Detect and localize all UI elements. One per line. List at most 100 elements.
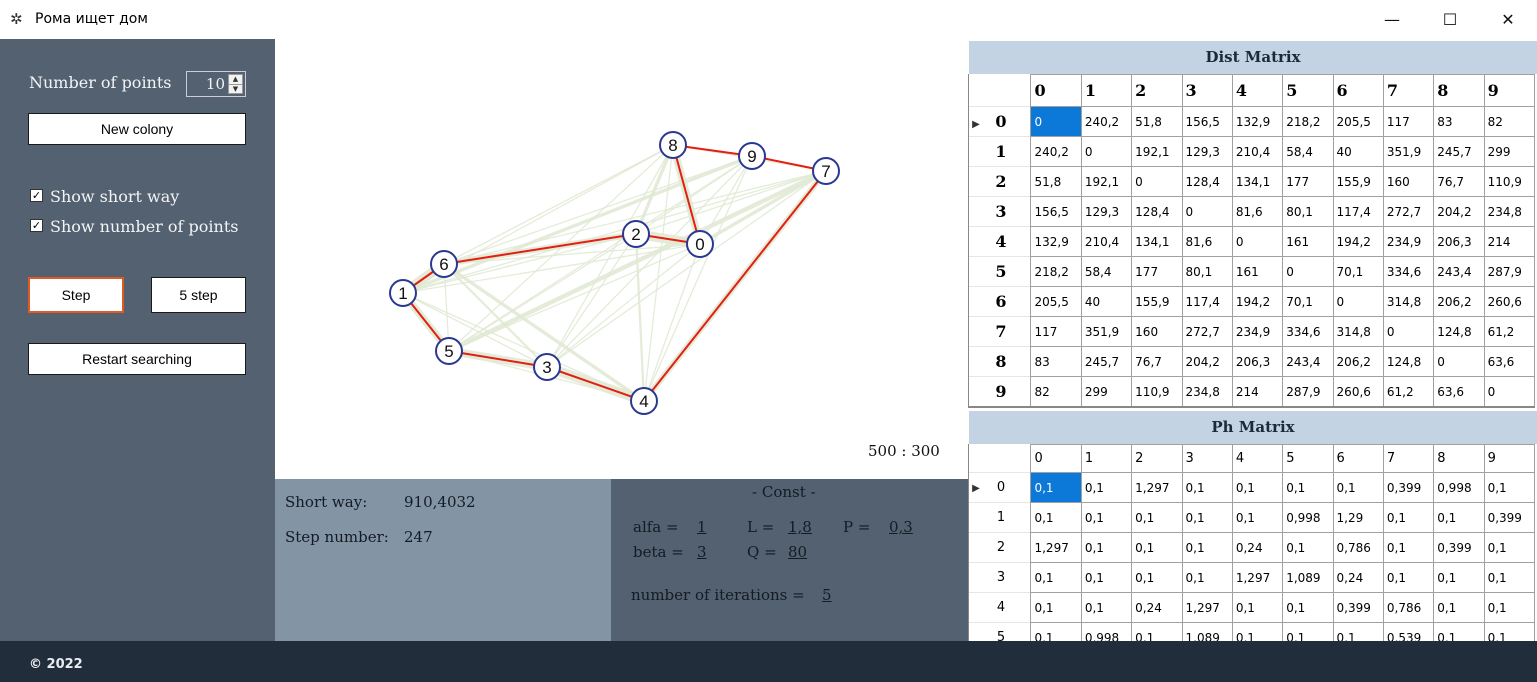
matrix-cell[interactable]: 245,7 xyxy=(1080,346,1133,377)
matrix-cell[interactable]: 0,1 xyxy=(1483,562,1535,593)
matrix-cell[interactable]: 155,9 xyxy=(1332,166,1384,197)
matrix-cell[interactable]: 0,1 xyxy=(1080,502,1133,533)
matrix-cell[interactable]: 132,9 xyxy=(1231,106,1284,137)
row-header[interactable]: 3 xyxy=(969,196,1032,227)
row-header[interactable]: 5 xyxy=(969,622,1032,641)
matrix-cell[interactable]: 0,1 xyxy=(1483,622,1535,641)
matrix-cell[interactable]: 0,1 xyxy=(1080,472,1133,503)
matrix-cell[interactable]: 61,2 xyxy=(1483,316,1535,347)
matrix-cell[interactable]: 240,2 xyxy=(1080,106,1133,137)
matrix-cell[interactable]: 70,1 xyxy=(1282,286,1334,317)
matrix-cell[interactable]: 0 xyxy=(1131,166,1183,197)
matrix-cell[interactable]: 0,998 xyxy=(1282,502,1334,533)
row-header[interactable]: 4 xyxy=(969,226,1032,257)
matrix-cell[interactable]: 0,399 xyxy=(1433,532,1485,563)
matrix-cell[interactable]: 234,9 xyxy=(1231,316,1284,347)
matrix-cell[interactable]: 0 xyxy=(1332,286,1384,317)
matrix-cell[interactable]: 117 xyxy=(1382,106,1435,137)
graph-node[interactable]: 9 xyxy=(738,142,766,170)
matrix-cell[interactable]: 192,1 xyxy=(1131,136,1183,167)
matrix-cell[interactable]: 218,2 xyxy=(1282,106,1334,137)
matrix-cell[interactable]: 0,1 xyxy=(1332,472,1384,503)
matrix-cell[interactable]: 58,4 xyxy=(1080,256,1133,287)
matrix-cell[interactable]: 287,9 xyxy=(1282,376,1334,406)
matrix-cell[interactable]: 0 xyxy=(1282,256,1334,287)
matrix-cell[interactable]: 0,1 xyxy=(1282,592,1334,623)
table-row[interactable]: 6 205,5 40 155,9 117,4 194,2 70,1 0 314,8 206,2 26… xyxy=(969,286,1535,317)
table-row[interactable]: 2 1,297 0,1 0,1 0,1 0,24 0,1 0,786 0,1 0,399 0,1 xyxy=(969,532,1535,563)
matrix-cell[interactable]: 205,5 xyxy=(1030,286,1082,317)
matrix-cell[interactable]: 1,297 xyxy=(1181,592,1233,623)
graph-node[interactable]: 7 xyxy=(812,157,840,185)
matrix-cell[interactable]: 0 xyxy=(1181,196,1233,227)
table-row[interactable]: 1 240,2 0 192,1 129,3 210,4 58,4 40 351,9 245,7 29… xyxy=(969,136,1535,167)
matrix-cell[interactable]: 0,786 xyxy=(1332,532,1384,563)
matrix-cell[interactable]: 81,6 xyxy=(1231,196,1284,227)
matrix-cell[interactable]: 161 xyxy=(1282,226,1334,257)
matrix-cell[interactable]: 0,1 xyxy=(1433,592,1485,623)
row-header[interactable]: ▶ 0 xyxy=(969,472,1032,503)
matrix-cell[interactable]: 214 xyxy=(1483,226,1535,257)
matrix-cell[interactable]: 82 xyxy=(1030,376,1082,406)
matrix-cell[interactable]: 194,2 xyxy=(1231,286,1284,317)
matrix-cell[interactable]: 110,9 xyxy=(1131,376,1183,406)
matrix-cell[interactable]: 156,5 xyxy=(1030,196,1082,227)
matrix-cell[interactable]: 0,1 xyxy=(1181,472,1233,503)
matrix-cell[interactable]: 0,1 xyxy=(1433,622,1485,641)
row-header[interactable]: 7 xyxy=(969,316,1032,347)
matrix-cell[interactable]: 0,1 xyxy=(1433,562,1485,593)
matrix-cell[interactable]: 245,7 xyxy=(1433,136,1485,167)
matrix-cell[interactable]: 82 xyxy=(1483,106,1535,137)
table-row[interactable]: 8 83 245,7 76,7 204,2 206,3 243,4 206,2 124,8 0 63… xyxy=(969,346,1535,377)
matrix-cell[interactable]: 117,4 xyxy=(1181,286,1233,317)
matrix-cell[interactable]: 0,998 xyxy=(1433,472,1485,503)
matrix-cell[interactable]: 243,4 xyxy=(1433,256,1485,287)
matrix-cell[interactable]: 0,1 xyxy=(1181,532,1233,563)
matrix-cell[interactable]: 0 xyxy=(1030,106,1082,137)
matrix-cell[interactable]: 0,1 xyxy=(1433,502,1485,533)
matrix-cell[interactable]: 0,1 xyxy=(1282,622,1334,641)
matrix-cell[interactable]: 0,1 xyxy=(1030,592,1082,623)
matrix-cell[interactable]: 243,4 xyxy=(1282,346,1334,377)
matrix-cell[interactable]: 129,3 xyxy=(1080,196,1133,227)
matrix-cell[interactable]: 0,399 xyxy=(1483,502,1535,533)
matrix-cell[interactable]: 204,2 xyxy=(1181,346,1233,377)
matrix-cell[interactable]: 51,8 xyxy=(1030,166,1082,197)
matrix-cell[interactable]: 0,1 xyxy=(1030,472,1082,503)
matrix-cell[interactable]: 334,6 xyxy=(1282,316,1334,347)
matrix-cell[interactable]: 210,4 xyxy=(1080,226,1133,257)
table-row[interactable]: 4 132,9 210,4 134,1 81,6 0 161 194,2 234,9 206,3 2… xyxy=(969,226,1535,257)
matrix-cell[interactable]: 351,9 xyxy=(1382,136,1435,167)
matrix-cell[interactable]: 0,998 xyxy=(1080,622,1133,641)
matrix-cell[interactable]: 132,9 xyxy=(1030,226,1082,257)
matrix-cell[interactable]: 129,3 xyxy=(1181,136,1233,167)
table-row[interactable]: ▶ 0 0,1 0,1 1,297 0,1 0,1 0,1 0,1 0,399 0,998 0,1 xyxy=(969,472,1535,503)
row-header[interactable]: 2 xyxy=(969,166,1032,197)
matrix-cell[interactable]: 287,9 xyxy=(1483,256,1535,287)
matrix-cell[interactable]: 0,24 xyxy=(1231,532,1284,563)
graph-node[interactable]: 5 xyxy=(435,337,463,365)
matrix-cell[interactable]: 0,1 xyxy=(1382,562,1435,593)
matrix-cell[interactable]: 0 xyxy=(1231,226,1284,257)
matrix-cell[interactable]: 0,786 xyxy=(1382,592,1435,623)
table-row[interactable]: 3 156,5 129,3 128,4 0 81,6 80,1 117,4 272,7 204,2… xyxy=(969,196,1535,227)
matrix-cell[interactable]: 240,2 xyxy=(1030,136,1082,167)
matrix-cell[interactable]: 76,7 xyxy=(1433,166,1485,197)
graph-node[interactable]: 6 xyxy=(430,250,458,278)
matrix-cell[interactable]: 63,6 xyxy=(1483,346,1535,377)
row-header[interactable]: 8 xyxy=(969,346,1032,377)
matrix-cell[interactable]: 160 xyxy=(1382,166,1435,197)
matrix-cell[interactable]: 0,1 xyxy=(1030,502,1082,533)
matrix-cell[interactable]: 0,399 xyxy=(1382,472,1435,503)
matrix-cell[interactable]: 351,9 xyxy=(1080,316,1133,347)
matrix-cell[interactable]: 155,9 xyxy=(1131,286,1183,317)
matrix-cell[interactable]: 0,1 xyxy=(1030,562,1082,593)
matrix-cell[interactable]: 160 xyxy=(1131,316,1183,347)
matrix-cell[interactable]: 0,24 xyxy=(1131,592,1183,623)
graph-node[interactable]: 2 xyxy=(622,220,650,248)
graph-node[interactable]: 0 xyxy=(686,230,714,258)
matrix-cell[interactable]: 177 xyxy=(1282,166,1334,197)
matrix-cell[interactable]: 194,2 xyxy=(1332,226,1384,257)
matrix-cell[interactable]: 70,1 xyxy=(1332,256,1384,287)
matrix-cell[interactable]: 177 xyxy=(1131,256,1183,287)
